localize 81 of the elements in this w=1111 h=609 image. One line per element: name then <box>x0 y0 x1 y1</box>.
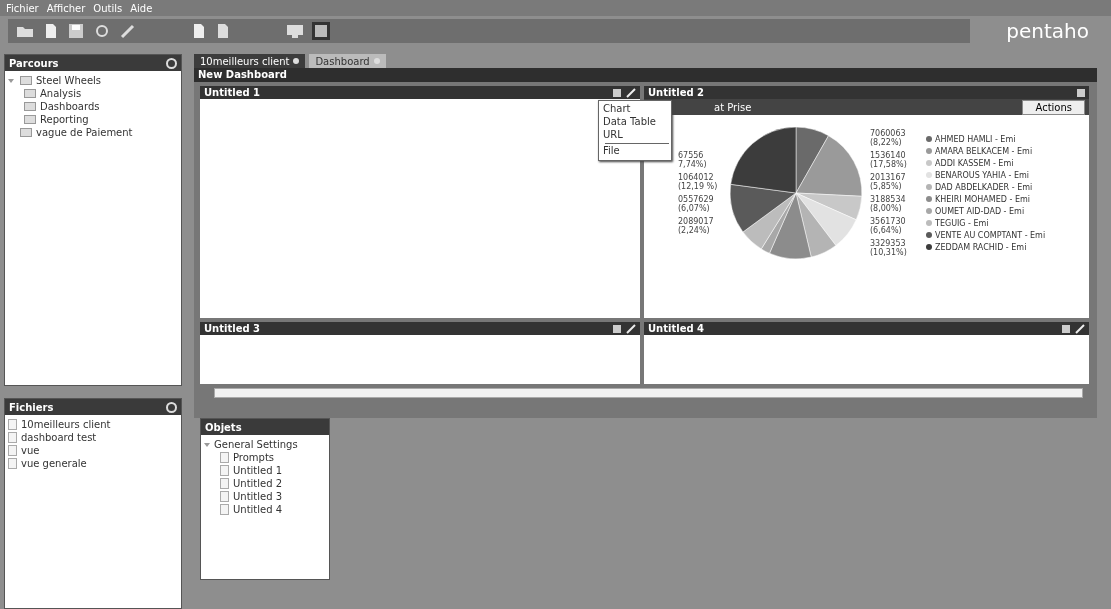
tree-item[interactable]: Untitled 3 <box>204 490 326 503</box>
slice-label: 3561730 (6,64%) <box>870 217 907 235</box>
legend-label: OUMET AID-DAD - Emi <box>935 206 1025 216</box>
legend-label: ADDI KASSEM - Emi <box>935 158 1014 168</box>
slice-label: 3329353 (10,31%) <box>870 239 908 257</box>
slice-label: 1536140 (17,58%) <box>870 151 908 169</box>
tree-item[interactable]: Untitled 4 <box>204 503 326 516</box>
tree-item[interactable]: Steel Wheels <box>8 74 178 87</box>
pencil-icon[interactable] <box>626 323 636 334</box>
save-icon[interactable] <box>66 21 86 41</box>
legend-label: AHMED HAMLI - Emi <box>935 134 1016 144</box>
file-icon <box>8 445 17 456</box>
file-icon <box>8 432 17 443</box>
menu-item[interactable]: Fichier <box>6 2 39 14</box>
item-icon <box>220 452 229 463</box>
menu-item[interactable]: Outils <box>93 2 123 14</box>
panel-title: Untitled 1 <box>204 87 261 98</box>
legend-label: ZEDDAM RACHID - Emi <box>935 242 1027 252</box>
slice-label: 2089017 (2,24%) <box>678 217 715 235</box>
tree-item[interactable]: Prompts <box>204 451 326 464</box>
tree-item[interactable]: Dashboards <box>8 100 178 113</box>
folder-icon <box>24 102 36 111</box>
tree-item[interactable]: Untitled 2 <box>204 477 326 490</box>
item-icon <box>220 504 229 515</box>
tab[interactable]: Dashboard <box>309 54 386 68</box>
item-icon <box>220 465 229 476</box>
folder-icon <box>20 128 32 137</box>
file-icon <box>8 419 17 430</box>
slice-label: 1064012 (12,19 %) <box>678 173 719 191</box>
tree-item[interactable]: General Settings <box>204 438 326 451</box>
tree-item[interactable]: Untitled 1 <box>204 464 326 477</box>
tree-item[interactable]: vague de Paiement <box>8 126 178 139</box>
slice-label: 0557629 (6,07%) <box>678 195 715 213</box>
maximize-icon[interactable] <box>613 324 621 333</box>
maximize-icon[interactable] <box>1077 88 1085 97</box>
folder-icon <box>24 115 36 124</box>
pencil-icon[interactable] <box>1075 323 1085 334</box>
dashboard-title: New Dashboard <box>194 68 1097 82</box>
menu-item[interactable]: Afficher <box>46 2 86 14</box>
maximize-icon[interactable] <box>613 88 621 97</box>
logo: pentaho <box>1006 19 1089 43</box>
pencil-icon[interactable] <box>626 87 636 98</box>
panel-title: Untitled 2 <box>648 87 705 98</box>
horizontal-scrollbar[interactable] <box>214 388 1083 398</box>
tree-item[interactable]: Analysis <box>8 87 178 100</box>
legend-label: AMARA BELKACEM - Emi <box>935 146 1033 156</box>
tree-item[interactable]: Reporting <box>8 113 178 126</box>
actions-button[interactable]: Actions <box>1022 99 1085 115</box>
report-item[interactable]: vue <box>8 444 178 457</box>
report-item[interactable]: dashboard test <box>8 431 178 444</box>
expand-icon[interactable] <box>204 442 210 447</box>
tab[interactable]: 10meilleurs client <box>194 54 306 68</box>
folder-icon <box>24 89 36 98</box>
report-item[interactable]: 10meilleurs client <box>8 418 178 431</box>
item-icon <box>220 478 229 489</box>
folder-icon <box>20 76 32 85</box>
menu-item[interactable]: Data Table <box>603 116 671 129</box>
panel-title: Parcours <box>9 57 59 69</box>
slice-label: 3188534 (8,00%) <box>870 195 907 213</box>
menu-item[interactable]: Chart <box>603 103 671 116</box>
item-icon <box>220 491 229 502</box>
file-icon <box>8 458 17 469</box>
slice-label: 2013167 (5,85%) <box>870 173 907 191</box>
legend-label: TEGUIG - Emi <box>935 218 989 228</box>
slice-label: 7060063 (8,22%) <box>870 129 907 147</box>
panel-title: Untitled 3 <box>204 323 261 334</box>
panel-title: Fichiers <box>9 401 54 413</box>
menu-item[interactable]: URL <box>603 129 671 142</box>
menu-item[interactable]: Aide <box>130 2 153 14</box>
slice-label: 67556 7,74%) <box>678 151 708 169</box>
menu-item[interactable]: File <box>603 145 671 158</box>
maximize-icon[interactable] <box>1062 324 1070 333</box>
panel-title: Objets <box>205 421 242 433</box>
legend-label: VENTE AU COMPTANT - Emi <box>935 230 1046 240</box>
legend-label: DAD ABDELKADER - Emi <box>935 182 1033 192</box>
report-item[interactable]: vue generale <box>8 457 178 470</box>
legend-label: KHEIRI MOHAMED - Emi <box>935 194 1030 204</box>
expand-icon[interactable] <box>8 78 14 83</box>
chart-title: at Prise <box>714 101 752 113</box>
legend-label: BENAROUS YAHIA - Emi <box>935 170 1029 180</box>
panel-title: Untitled 4 <box>648 323 705 334</box>
